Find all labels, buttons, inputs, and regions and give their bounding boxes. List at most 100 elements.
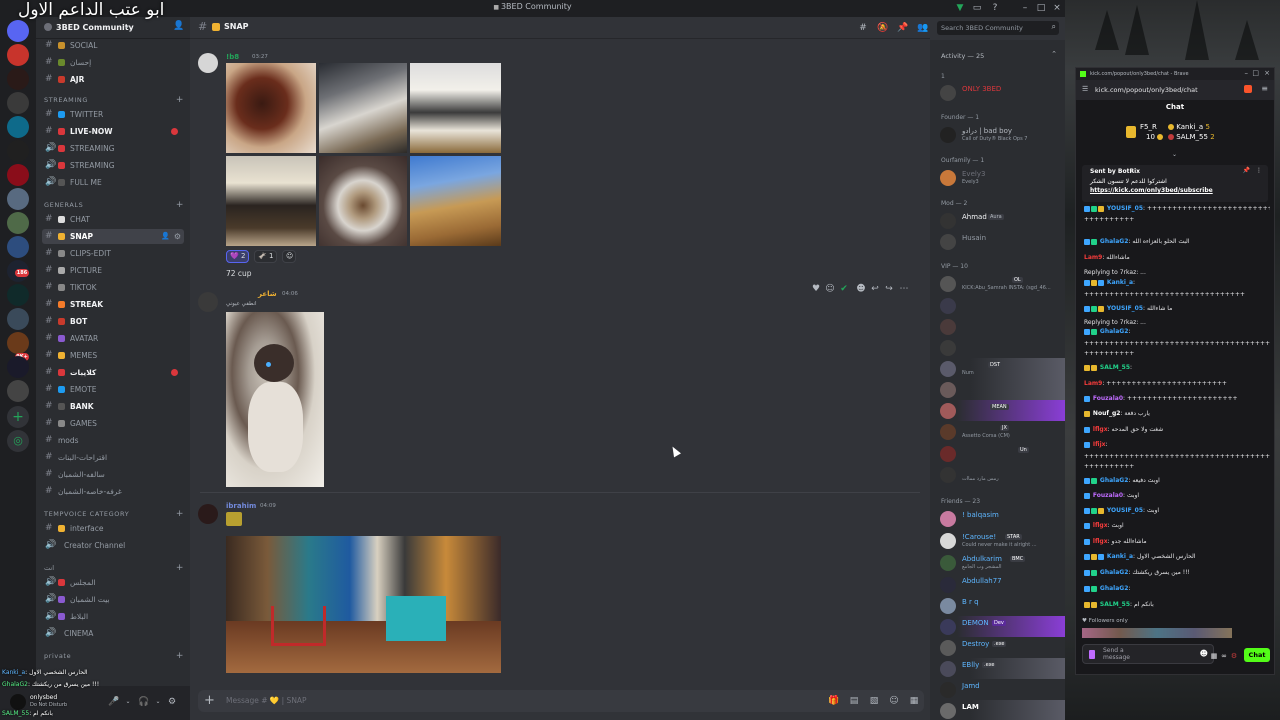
chevron-up-icon[interactable]: ⌃ bbox=[1051, 50, 1057, 58]
chat-message[interactable]: Nouf_g2: يارب دفعة bbox=[1084, 409, 1270, 419]
chat-message[interactable]: ++++++++++++++++++++++++++++++++ bbox=[1084, 290, 1270, 300]
gif-icon[interactable]: ▤ bbox=[848, 695, 860, 707]
channel-item[interactable]: # AVATAR bbox=[42, 331, 184, 346]
voice-channel-item[interactable]: 🔊 FULL ME bbox=[42, 175, 184, 190]
emoji-icon[interactable]: ☻ bbox=[1200, 649, 1208, 658]
server-icon[interactable] bbox=[7, 380, 29, 402]
member-item[interactable] bbox=[930, 379, 1065, 400]
maximize-icon[interactable]: □ bbox=[1036, 3, 1046, 13]
gear-icon[interactable]: ⚙ bbox=[166, 696, 178, 708]
member-item[interactable]: EBlly .exe bbox=[930, 658, 1065, 679]
member-item[interactable]: JX Assetto Corsa (CM) bbox=[930, 421, 1065, 442]
reaction-button[interactable]: 💜 2 bbox=[226, 250, 250, 263]
minimize-icon[interactable]: – bbox=[1245, 69, 1249, 77]
member-item[interactable]: !Carouse! STAR Could never make it alright… bbox=[930, 530, 1065, 551]
headphones-icon[interactable]: 🎧 bbox=[138, 696, 150, 708]
channel-item[interactable]: # CHAT bbox=[42, 212, 184, 227]
chevron-down-icon[interactable]: ⌄ bbox=[122, 696, 134, 708]
reply-icon[interactable]: ↩ bbox=[869, 283, 881, 295]
member-item[interactable]: LAM bbox=[930, 700, 1065, 720]
server-icon[interactable] bbox=[7, 308, 29, 330]
close-icon[interactable]: × bbox=[1052, 3, 1062, 13]
channel-item[interactable]: # اقتراحات-البنات bbox=[42, 450, 184, 465]
send-chat-button[interactable]: Chat bbox=[1244, 648, 1270, 662]
search-input[interactable]: Search 3BED Community ⌕ bbox=[937, 21, 1059, 35]
server-icon[interactable] bbox=[7, 164, 29, 186]
channel-item[interactable]: # سالفه-الشمبان bbox=[42, 467, 184, 482]
member-item[interactable] bbox=[930, 316, 1065, 337]
forward-icon[interactable]: ↪ bbox=[883, 283, 895, 295]
pinned-message[interactable]: Sent by BotRix اشتركوا للدعم لا تنسون ال… bbox=[1082, 165, 1268, 202]
attachment-image[interactable] bbox=[410, 156, 501, 246]
channel-item[interactable]: # MEMES bbox=[42, 348, 184, 363]
member-item[interactable]: DST Num bbox=[930, 358, 1065, 379]
address-bar[interactable]: ☰ kick.com/popout/only3bed/chat ≡ bbox=[1076, 80, 1274, 100]
site-info-icon[interactable]: ☰ bbox=[1082, 85, 1088, 93]
chat-message[interactable]: ++++++++++++++++++++++++++++++++++++++++… bbox=[1084, 452, 1270, 462]
add-member-icon[interactable]: 👤 bbox=[161, 229, 170, 244]
add-attachment-icon[interactable]: + bbox=[204, 693, 215, 708]
attachment-image[interactable] bbox=[319, 156, 407, 246]
member-item[interactable]: DEMON Dev bbox=[930, 616, 1065, 637]
voice-channel-item[interactable]: 🔊 STREAMING bbox=[42, 141, 184, 156]
gift-icon[interactable]: ▦ bbox=[1210, 652, 1218, 660]
attachment-image[interactable] bbox=[226, 156, 316, 246]
chat-message[interactable]: SALM_55: bbox=[1084, 363, 1270, 373]
attachment-image[interactable] bbox=[226, 63, 316, 153]
server-icon[interactable] bbox=[7, 92, 29, 114]
channel-item[interactable]: # mods bbox=[42, 433, 184, 448]
member-item[interactable] bbox=[930, 337, 1065, 358]
maximize-icon[interactable]: □ bbox=[1252, 69, 1259, 77]
gear-icon[interactable]: ⚙ bbox=[1230, 652, 1238, 660]
chat-message[interactable]: Ifijx: bbox=[1084, 440, 1270, 450]
channel-item[interactable]: # إحسان bbox=[42, 55, 184, 70]
member-item[interactable]: B r q bbox=[930, 595, 1065, 616]
channel-item[interactable]: # TWITTER bbox=[42, 107, 184, 122]
avatar[interactable] bbox=[198, 504, 218, 524]
server-icon[interactable] bbox=[7, 188, 29, 210]
pin-icon[interactable]: 📌 bbox=[897, 22, 909, 34]
category-general[interactable]: GENERALS + bbox=[44, 199, 184, 211]
channel-item[interactable]: # LIVE-NOW bbox=[42, 124, 184, 139]
voice-channel-item[interactable]: 🔊 CINEMA bbox=[42, 626, 184, 641]
more-icon[interactable]: ⋯ bbox=[898, 283, 910, 295]
check-icon[interactable]: ✔ bbox=[838, 283, 850, 295]
member-item[interactable]: Abdullah77 bbox=[930, 574, 1065, 595]
category-other[interactable]: انت + bbox=[44, 562, 184, 574]
chat-message[interactable]: ++++++++++++++++++++++++++++++++++++++++… bbox=[1084, 339, 1270, 349]
chat-message[interactable]: lflgx: اوبث bbox=[1084, 521, 1270, 531]
member-item[interactable]: رمس مارد مماات bbox=[930, 464, 1065, 485]
threads-icon[interactable]: # bbox=[857, 22, 869, 34]
sticker-image[interactable] bbox=[226, 512, 242, 526]
server-icon[interactable] bbox=[7, 356, 29, 378]
emoji-icon[interactable]: ☺ bbox=[824, 283, 836, 295]
voice-channel-item[interactable]: 🔊 المجلس bbox=[42, 575, 184, 590]
chat-message[interactable]: Lam9: ماشاءالله bbox=[1084, 253, 1270, 263]
chat-message[interactable]: GhalaG2: البث الحلو بالعزاءه الله bbox=[1084, 237, 1270, 247]
chat-message[interactable]: ++++++++++ bbox=[1084, 349, 1270, 359]
chat-message[interactable]: SALM_55: بانكم ام bbox=[1084, 600, 1270, 610]
chat-message[interactable]: GhalaG2: bbox=[1084, 584, 1270, 594]
chevron-down-icon[interactable]: ⌄ bbox=[1172, 151, 1177, 158]
server-icon[interactable] bbox=[7, 284, 29, 306]
attachment-image[interactable] bbox=[410, 63, 501, 153]
chat-message[interactable]: YOUSIF_05: اوبث bbox=[1084, 506, 1270, 516]
add-channel-icon[interactable]: + bbox=[176, 650, 184, 662]
chat-message[interactable]: GhalaG2: اوبث دفيعه bbox=[1084, 476, 1270, 486]
microphone-icon[interactable]: 🎤 bbox=[108, 696, 120, 708]
channel-item[interactable]: # STREAK bbox=[42, 297, 184, 312]
explore-icon[interactable]: ◎ bbox=[7, 430, 29, 452]
add-channel-icon[interactable]: + bbox=[176, 94, 184, 106]
emoji-icon[interactable]: ☺ bbox=[888, 695, 900, 707]
channel-item[interactable]: # EMOTE bbox=[42, 382, 184, 397]
member-item[interactable]: Destroy .exe bbox=[930, 637, 1065, 658]
channel-item[interactable]: # BOT bbox=[42, 314, 184, 329]
voice-channel-item[interactable]: 🔊 Creator Channel bbox=[42, 538, 184, 553]
channel-item[interactable]: # TIKTOK bbox=[42, 280, 184, 295]
channel-item[interactable]: # غرفه-خاصه-الشمبان bbox=[42, 484, 184, 499]
home-button[interactable] bbox=[7, 20, 29, 42]
link-icon[interactable]: ∞ bbox=[1220, 652, 1228, 660]
download-icon[interactable]: ▼ bbox=[955, 3, 965, 13]
gift-icon[interactable]: 🎁 bbox=[828, 695, 840, 707]
sticker-icon[interactable]: ▧ bbox=[868, 695, 880, 707]
